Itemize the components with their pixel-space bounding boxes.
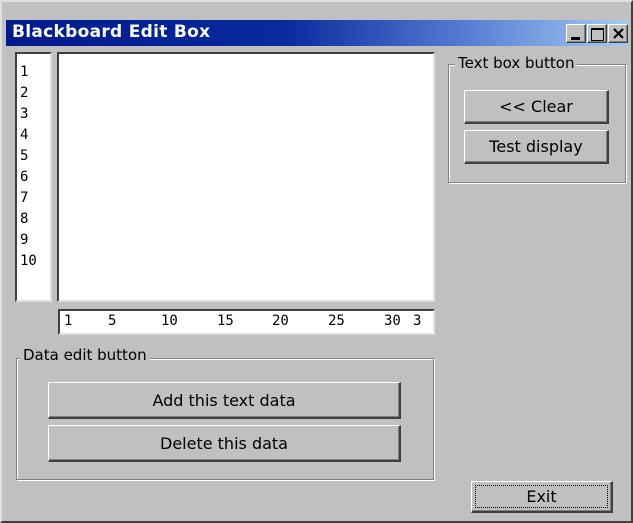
ruler-mark: 5 [108,313,117,329]
line-number: 5 [20,148,29,164]
exit-button[interactable]: Exit [471,481,613,513]
test-display-button[interactable]: Test display [464,130,609,164]
delete-data-button[interactable]: Delete this data [48,425,401,462]
title-bar[interactable]: Blackboard Edit Box [6,20,628,46]
window-title: Blackboard Edit Box [12,22,211,42]
maximize-icon[interactable] [587,24,607,43]
blackboard-edit-window: Blackboard Edit Box 1 2 3 4 5 6 7 8 9 10… [0,0,633,523]
line-number-column: 1 2 3 4 5 6 7 8 9 10 [15,52,52,302]
minimize-icon[interactable] [566,24,586,43]
clear-button[interactable]: << Clear [464,90,609,124]
line-number: 6 [20,169,29,185]
exit-button-label: Exit [526,486,557,506]
ruler-mark: 15 [217,313,234,329]
line-number: 3 [20,106,29,122]
line-number: 4 [20,127,29,143]
text-box-group-label: Text box button [455,54,578,72]
line-number: 2 [20,85,29,101]
line-number: 1 [20,64,29,80]
add-text-data-button[interactable]: Add this text data [48,382,401,419]
ruler-mark: 30 [384,313,401,329]
line-number: 9 [20,232,29,248]
data-edit-group-label: Data edit button [20,346,150,364]
line-number: 8 [20,211,29,227]
close-icon[interactable] [608,24,628,43]
ruler-mark: 3 [413,313,422,329]
blackboard-text-area[interactable] [57,52,435,302]
ruler-mark: 25 [328,313,345,329]
line-number: 10 [20,253,37,269]
ruler-mark: 10 [161,313,178,329]
ruler-mark: 1 [64,313,73,329]
ruler-mark: 20 [272,313,289,329]
line-number: 7 [20,190,29,206]
column-ruler: 1 5 10 15 20 25 30 3 [58,309,435,335]
